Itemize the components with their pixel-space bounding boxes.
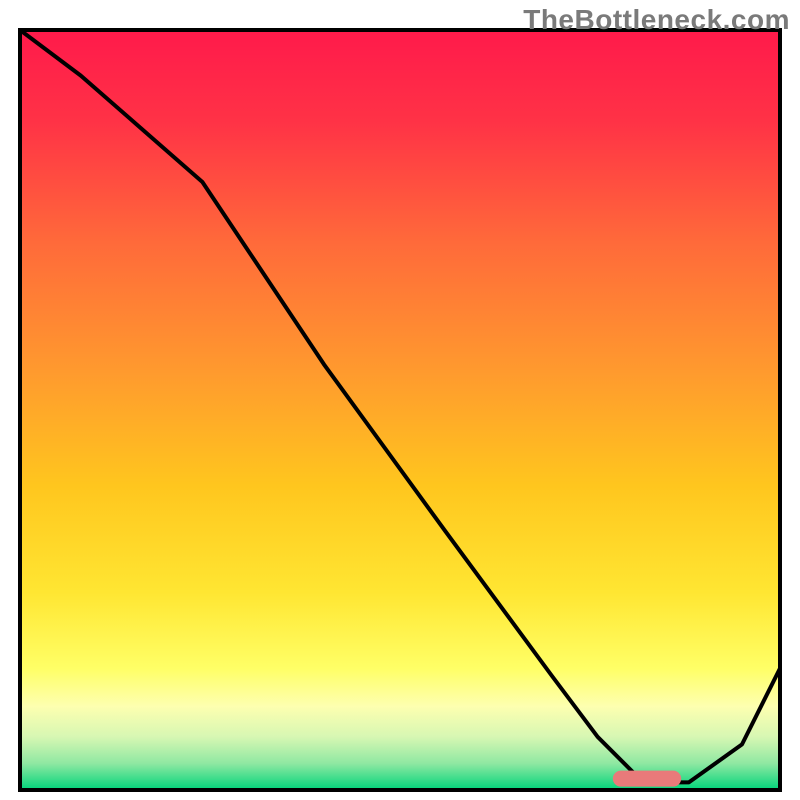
plot-area	[20, 30, 780, 790]
gradient-background	[20, 30, 780, 790]
bottleneck-chart	[0, 0, 800, 800]
chart-container: TheBottleneck.com	[0, 0, 800, 800]
watermark-text: TheBottleneck.com	[523, 4, 790, 36]
optimal-zone-marker	[613, 771, 681, 787]
